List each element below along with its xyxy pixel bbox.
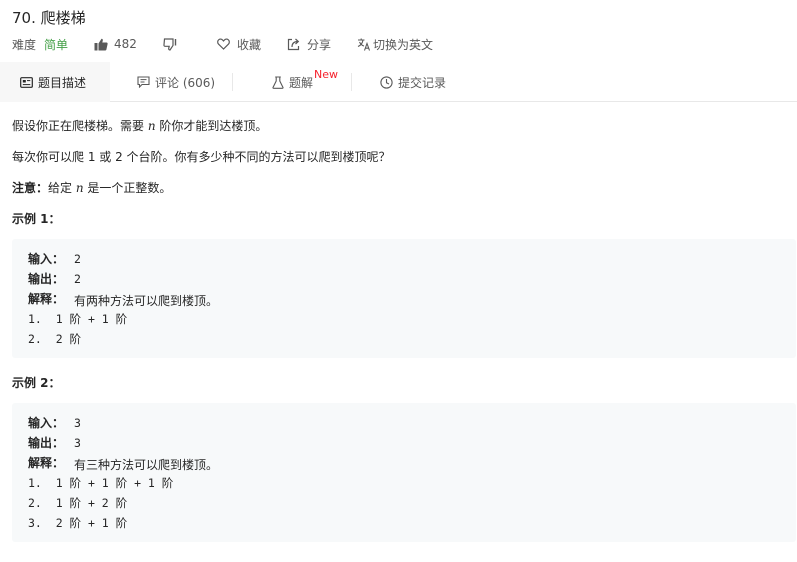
document-icon	[20, 76, 33, 88]
translate-button[interactable]: 切换为英文	[357, 36, 433, 53]
tab-separator	[232, 73, 233, 91]
input-value: 3	[74, 416, 81, 430]
like-count: 482	[114, 37, 137, 51]
tab-bar: 题目描述 评论 (606) 题解 New 提交记录	[0, 62, 797, 102]
clock-icon	[380, 75, 393, 89]
tab-solutions[interactable]: 题解	[272, 62, 313, 102]
example-step: 2. 2 阶	[28, 332, 82, 346]
example-heading: 示例 2：	[12, 374, 61, 391]
example-step: 1. 1 阶 + 1 阶 + 1 阶	[28, 476, 174, 490]
explain-value: 有两种方法可以爬到楼顶。	[74, 294, 219, 308]
tab-submissions[interactable]: 提交记录	[380, 62, 446, 102]
thumbs-down-icon	[163, 37, 177, 51]
difficulty-value: 简单	[44, 37, 69, 52]
tab-submissions-label: 提交记录	[398, 75, 447, 90]
dislike-button[interactable]	[163, 37, 177, 51]
thumbs-up-icon	[94, 38, 108, 50]
problem-title: 70. 爬楼梯	[12, 9, 86, 27]
input-label: 输入：	[28, 416, 65, 430]
problem-meta-bar: 难度 简单 482 收藏 分享 切换为英文	[12, 36, 433, 52]
heart-icon	[217, 38, 230, 50]
example-input-row: 输入：	[28, 252, 64, 266]
tab-description[interactable]: 题目描述	[0, 62, 110, 102]
tab-comments[interactable]: 评论 (606)	[137, 62, 215, 102]
example-step: 1. 1 阶 + 1 阶	[28, 312, 128, 326]
example-explain-row: 解释：	[28, 292, 64, 306]
input-label: 输入：	[28, 252, 65, 266]
like-button[interactable]: 482	[94, 37, 137, 51]
description-paragraph: 每次你可以爬 1 或 2 个台阶。你有多少种不同的方法可以爬到楼顶呢？	[12, 150, 391, 164]
problem-header: 70. 爬楼梯 难度 简单 482 收藏 分享 切换为英文	[0, 0, 797, 62]
difficulty-label: 难度	[12, 37, 37, 52]
tab-description-label: 题目描述	[38, 75, 87, 90]
variable-n: n	[147, 119, 156, 133]
share-button[interactable]: 分享	[287, 36, 331, 53]
output-value: 2	[74, 272, 81, 286]
note-paragraph: 注意：给定 n 是一个正整数。	[12, 179, 171, 196]
favorite-label: 收藏	[236, 37, 261, 52]
example-heading: 示例 1：	[12, 210, 61, 227]
share-label: 分享	[306, 37, 331, 52]
note-text: 是一个正整数。	[83, 181, 172, 195]
example-heading-text: 示例 2：	[12, 376, 61, 390]
description-paragraph: 假设你正在爬楼梯。需要 n 阶你才能到达楼顶。	[12, 117, 267, 134]
output-value: 3	[74, 436, 81, 450]
description-text: 阶你才能到达楼顶。	[155, 119, 268, 133]
note-text: 给定	[48, 181, 76, 195]
explain-label: 解释：	[28, 456, 65, 470]
tab-separator	[351, 73, 352, 91]
output-label: 输出：	[28, 436, 65, 450]
example-block: 输入： 3 输出： 3 解释： 有三种方法可以爬到楼顶。 1. 1 阶 + 1 …	[12, 403, 796, 542]
explain-label: 解释：	[28, 292, 65, 306]
example-block: 输入： 2 输出： 2 解释： 有两种方法可以爬到楼顶。 1. 1 阶 + 1 …	[12, 239, 796, 358]
input-value: 2	[74, 252, 81, 266]
example-input-row: 输入：	[28, 416, 64, 430]
tab-comments-label: 评论 (606)	[155, 75, 216, 90]
variable-n: n	[75, 181, 84, 195]
translate-icon	[357, 38, 370, 51]
example-step: 3. 2 阶 + 1 阶	[28, 516, 128, 530]
example-output-row: 输出：	[28, 436, 64, 450]
example-output-row: 输出：	[28, 272, 64, 286]
example-step: 2. 1 阶 + 2 阶	[28, 496, 128, 510]
comment-icon	[137, 76, 150, 88]
note-label: 注意：	[12, 181, 49, 195]
explain-value: 有三种方法可以爬到楼顶。	[74, 458, 219, 472]
example-heading-text: 示例 1：	[12, 212, 61, 226]
tab-solutions-label: 题解	[289, 75, 314, 90]
share-icon	[287, 38, 300, 50]
output-label: 输出：	[28, 272, 65, 286]
new-badge: New	[314, 68, 338, 81]
description-text: 假设你正在爬楼梯。需要	[12, 119, 148, 133]
flask-icon	[272, 75, 284, 89]
favorite-button[interactable]: 收藏	[217, 36, 261, 53]
translate-label: 切换为英文	[372, 37, 433, 52]
example-explain-row: 解释：	[28, 456, 64, 470]
